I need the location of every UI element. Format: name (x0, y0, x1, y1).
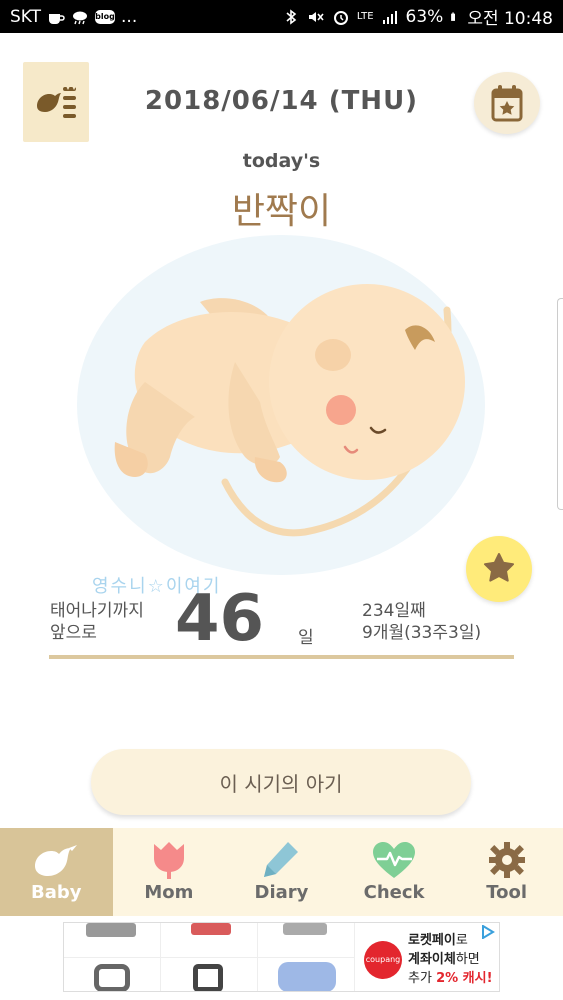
this-period-baby-button[interactable]: 이 시기의 아기 (91, 749, 471, 815)
tab-diary[interactable]: Diary (225, 828, 338, 916)
battery-percent: 63% (405, 6, 444, 27)
bottom-tab-bar: Baby Mom Diary Check Tool (0, 828, 563, 916)
dday-label-line1: 태어나기까지 (50, 601, 144, 621)
edge-panel-handle[interactable] (557, 298, 563, 510)
ad-product (258, 958, 355, 991)
ad-line2-bold: 계좌이체 (408, 952, 456, 967)
carrier-label: SKT (10, 6, 42, 27)
favorite-button[interactable] (466, 536, 532, 602)
tab-mom-label: Mom (144, 882, 194, 903)
ad-banner[interactable]: coupang 로켓페이로 계좌이체하면 추가 2% 캐시! (63, 922, 500, 992)
ad-product-grid (64, 923, 356, 991)
clock: 오전 10:48 (467, 9, 553, 29)
fetus-illustration[interactable] (75, 232, 487, 578)
tulip-icon (153, 842, 184, 879)
ad-product (161, 958, 258, 991)
tab-check-label: Check (363, 882, 425, 903)
tab-baby-label: Baby (31, 882, 82, 903)
calendar-star-icon (491, 85, 523, 122)
ad-line2-rest: 하면 (455, 952, 480, 967)
baby-name: 반짝이 (231, 191, 332, 232)
dday-label-line2: 앞으로 (50, 623, 97, 643)
coupang-logo: coupang (364, 941, 402, 979)
ad-product (161, 923, 258, 958)
tab-baby[interactable]: Baby (0, 828, 113, 916)
days-unit: 일 (298, 628, 314, 648)
menu-button[interactable] (23, 62, 89, 142)
bird-icon (35, 845, 78, 876)
tab-mom[interactable]: Mom (113, 828, 226, 916)
ad-product (258, 923, 355, 958)
days-left-number: 46 (175, 582, 265, 656)
gear-icon (488, 842, 525, 878)
date-title[interactable]: 2018/06/14 (THU) (100, 86, 463, 116)
ad-text: 로켓페이로 계좌이체하면 추가 2% 캐시! (408, 931, 499, 988)
bluetooth-icon (286, 8, 297, 25)
battery-icon (451, 12, 456, 21)
status-bar: SKT blog ... LTE 63% 오전 10:48 (0, 0, 563, 33)
network-label: LTE (356, 11, 374, 22)
mute-icon (308, 11, 324, 22)
tab-diary-label: Diary (254, 882, 309, 903)
signal-icon (382, 10, 397, 24)
coffee-icon (49, 13, 65, 24)
todays-label: today's (242, 150, 321, 172)
pregnancy-age: 9개월(33주3일) (362, 623, 482, 643)
more-icon: ... (121, 6, 138, 27)
zigzag-edge (23, 84, 89, 90)
ad-product (64, 923, 161, 958)
tab-check[interactable]: Check (338, 828, 451, 916)
calendar-button[interactable] (474, 72, 540, 134)
blog-icon: blog (95, 9, 116, 24)
pencil-icon (264, 842, 299, 877)
ad-line1-rest: 로 (455, 933, 468, 948)
ad-line3-pre: 추가 (408, 971, 437, 986)
ad-product (64, 958, 161, 991)
tab-tool-label: Tool (486, 882, 528, 903)
adchoices-icon[interactable] (481, 925, 495, 939)
divider-line (49, 655, 514, 659)
star-icon (484, 553, 514, 582)
ad-line1-bold: 로켓페이 (408, 933, 456, 948)
heart-pulse-icon (373, 842, 416, 878)
pregnancy-progress: 234일째 9개월(33주3일) (362, 600, 481, 644)
weather-icon (73, 11, 88, 24)
dday-label: 태어나기까지 앞으로 (50, 600, 144, 644)
tab-tool[interactable]: Tool (450, 828, 563, 916)
day-count: 234일째 (362, 601, 426, 621)
ad-line3-red: 2% 캐시! (436, 971, 493, 986)
alarm-icon (333, 10, 348, 25)
